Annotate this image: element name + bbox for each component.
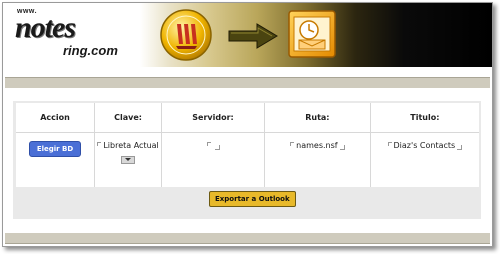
outlook-icon [288, 10, 336, 58]
table-header-row: Accion Clave: Servidor: Ruta: Titulo: [16, 103, 479, 133]
bottom-divider-band [5, 233, 490, 244]
field-resize-icon [457, 145, 463, 150]
cell-servidor [162, 133, 265, 187]
export-outlook-button[interactable]: Exportar a Outlook [209, 191, 296, 207]
field-resize-icon [339, 145, 345, 150]
titulo-field[interactable]: Diaz's Contacts [394, 141, 456, 150]
app-window: www. notes ring.com Accion Clave: Servid… [2, 2, 493, 247]
top-divider-band [5, 77, 490, 88]
header-ruta: Ruta: [264, 103, 371, 133]
header-servidor: Servidor: [162, 103, 265, 133]
ruta-field[interactable]: names.nsf [296, 141, 337, 150]
field-corner-icon [387, 142, 392, 146]
right-arrow-icon [228, 23, 278, 49]
clave-field[interactable]: Libreta Actual [103, 141, 158, 150]
logo-notes-text: notes [15, 11, 76, 44]
logo-ring-text: ring.com [63, 43, 118, 58]
clave-dropdown[interactable] [121, 156, 136, 164]
contacts-panel: Accion Clave: Servidor: Ruta: Titulo: El… [13, 101, 481, 219]
header-clave: Clave: [95, 103, 163, 133]
export-table: Accion Clave: Servidor: Ruta: Titulo: El… [16, 103, 479, 187]
cell-titulo: Diaz's Contacts [371, 133, 479, 187]
field-corner-icon [206, 142, 211, 146]
header-titulo: Titulo: [370, 103, 479, 133]
cell-clave: Libreta Actual [95, 133, 163, 187]
field-resize-icon [214, 145, 220, 150]
header-accion: Accion [16, 103, 96, 133]
field-corner-icon [97, 142, 102, 146]
cell-ruta: names.nsf [265, 133, 371, 187]
lotus-notes-icon [160, 9, 212, 61]
header-banner: www. notes ring.com [3, 3, 492, 67]
field-corner-icon [290, 142, 295, 146]
cell-accion: Elegir BD [16, 133, 96, 187]
elegir-bd-button[interactable]: Elegir BD [28, 141, 82, 157]
table-row: Elegir BD Libreta Actual names.nsf Diaz'… [16, 133, 479, 187]
